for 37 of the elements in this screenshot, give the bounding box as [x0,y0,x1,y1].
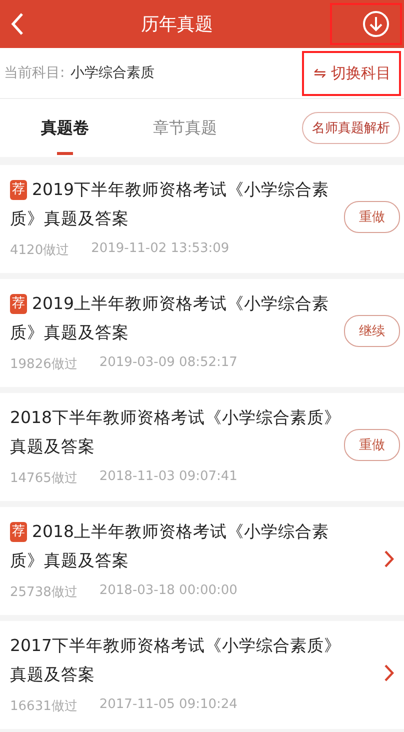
paper-date: 2017-11-05 09:10:24 [99,697,238,714]
paper-title: 2018下半年教师资格考试《小学综合素质》真题及答案 [10,407,342,458]
subject-label: 当前科目: [4,64,65,82]
download-icon[interactable] [362,10,390,38]
paper-card[interactable]: 2017下半年教师资格考试《小学综合素质》真题及答案 16631做过 2017-11-05 09:10:24 [0,621,404,729]
paper-title: 荐 2019上半年教师资格考试《小学综合素质》真题及答案 [10,293,330,344]
paper-date: 2018-11-03 09:07:41 [99,469,238,486]
paper-date: 2018-03-18 00:00:00 [99,583,238,600]
attempt-count: 25738做过 [10,584,78,601]
paper-card[interactable]: 荐 2019下半年教师资格考试《小学综合素质》真题及答案 4120做过 2019-11-02 13:53:09 重做 [0,165,404,273]
attempt-count: 19826做过 [10,356,78,373]
paper-card[interactable]: 荐 2018上半年教师资格考试《小学综合素质》真题及答案 25738做过 2018-03-18 00:00:00 [0,507,404,615]
chevron-right-icon[interactable] [384,664,394,682]
paper-date: 2019-11-02 13:53:09 [91,241,230,258]
tab[interactable]: 章节真题 [130,99,240,157]
paper-title: 荐 2019下半年教师资格考试《小学综合素质》真题及答案 [10,179,330,230]
paper-title: 2017下半年教师资格考试《小学综合素质》真题及答案 [10,635,342,686]
switch-subject-link[interactable]: ⇋ 切换科目 [302,50,401,96]
attempt-count: 14765做过 [10,470,78,487]
action-button[interactable]: 继续 [344,315,400,347]
analysis-button[interactable]: 名师真题解析 [302,112,400,144]
action-button[interactable]: 重做 [344,201,400,233]
paper-card[interactable]: 荐 2019上半年教师资格考试《小学综合素质》真题及答案 19826做过 2019-03-09 08:52:17 继续 [0,279,404,387]
back-icon[interactable] [10,12,24,36]
recommend-badge: 荐 [10,180,27,200]
recommend-badge: 荐 [10,294,27,314]
paper-card[interactable]: 2018下半年教师资格考试《小学综合素质》真题及答案 14765做过 2018-11-03 09:07:41 重做 [0,393,404,501]
tab[interactable]: 真题卷 [10,99,120,157]
action-button[interactable]: 重做 [344,429,400,461]
chevron-right-icon[interactable] [384,550,394,568]
page-title: 历年真题 [141,13,213,36]
paper-date: 2019-03-09 08:52:17 [99,355,238,372]
attempt-count: 4120做过 [10,242,70,259]
recommend-badge: 荐 [10,522,27,542]
subject-name: 小学综合素质 [70,64,155,82]
attempt-count: 16631做过 [10,698,78,715]
paper-title: 荐 2018上半年教师资格考试《小学综合素质》真题及答案 [10,521,330,572]
